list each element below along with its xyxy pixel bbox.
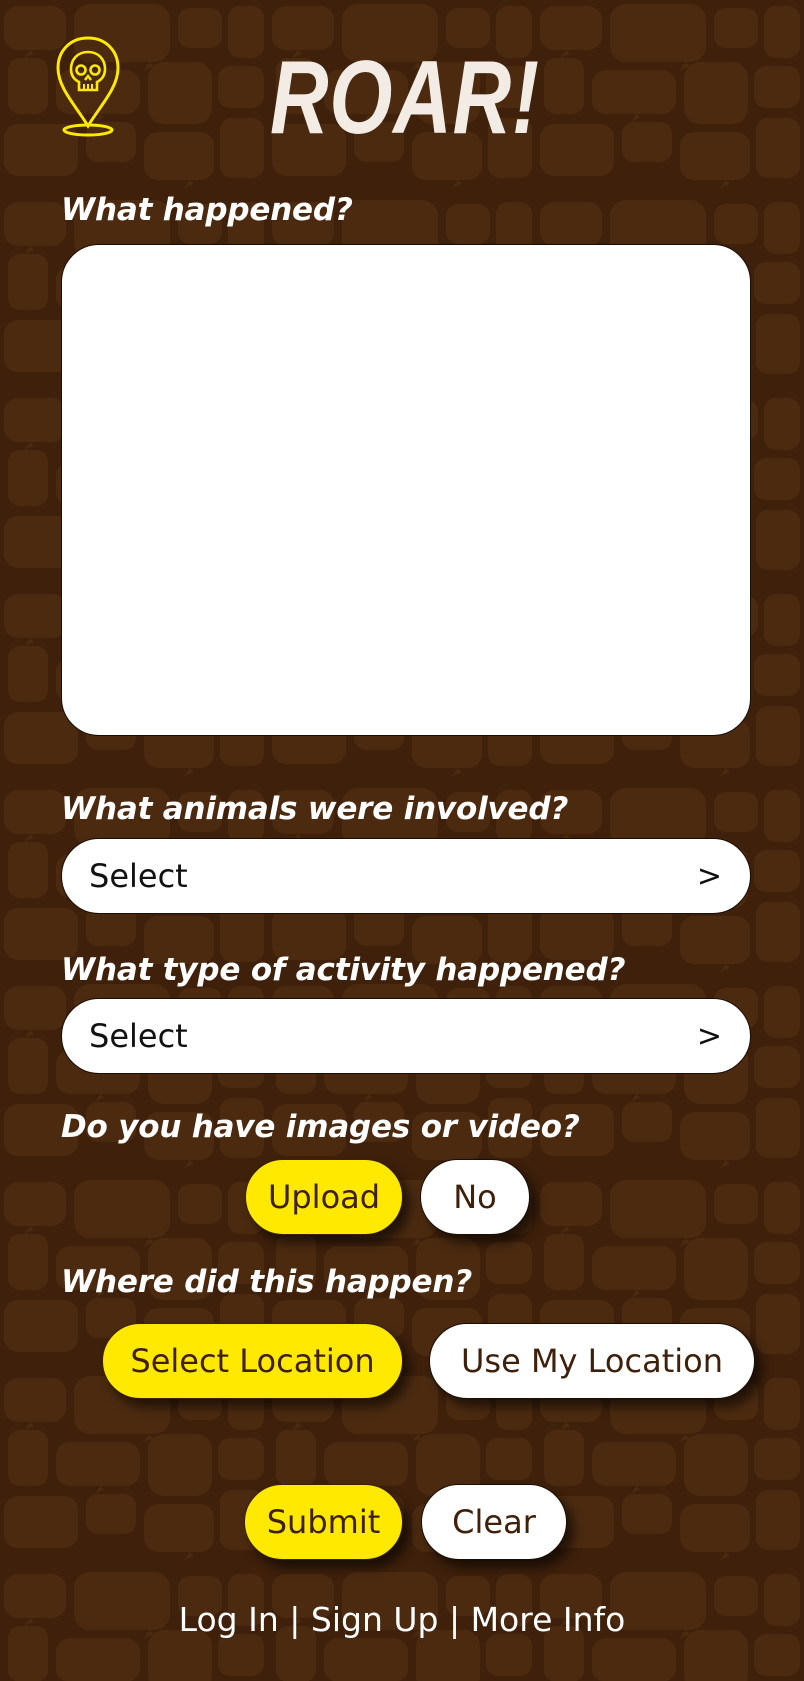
submit-button[interactable]: Submit [244, 1484, 403, 1560]
upload-button[interactable]: Upload [245, 1159, 403, 1235]
use-my-location-button[interactable]: Use My Location [429, 1323, 755, 1399]
login-link[interactable]: Log In [179, 1600, 279, 1639]
more-info-link[interactable]: More Info [471, 1600, 626, 1639]
what-happened-label: What happened? [61, 192, 353, 228]
footer-separator: | [448, 1600, 461, 1639]
select-location-button[interactable]: Select Location [102, 1323, 403, 1399]
location-label: Where did this happen? [61, 1264, 472, 1300]
animals-select[interactable]: Select > [61, 838, 751, 914]
report-page: ROAR! What happened? What animals were i… [0, 0, 804, 1681]
chevron-right-icon: > [696, 1018, 722, 1054]
app-title: ROAR! [270, 40, 540, 156]
chevron-right-icon: > [696, 858, 722, 894]
animals-label: What animals were involved? [61, 791, 569, 827]
media-label: Do you have images or video? [61, 1109, 580, 1145]
animals-select-value: Select [89, 857, 188, 895]
what-happened-textarea[interactable] [61, 244, 751, 736]
activity-label: What type of activity happened? [61, 952, 626, 988]
signup-link[interactable]: Sign Up [311, 1600, 439, 1639]
activity-select[interactable]: Select > [61, 998, 751, 1074]
footer-separator: | [289, 1600, 301, 1639]
clear-button[interactable]: Clear [421, 1484, 567, 1560]
no-media-button[interactable]: No [420, 1159, 530, 1235]
footer-links: Log In | Sign Up | More Info [0, 1600, 804, 1640]
skull-location-pin-icon[interactable] [52, 34, 124, 138]
activity-select-value: Select [89, 1017, 188, 1055]
